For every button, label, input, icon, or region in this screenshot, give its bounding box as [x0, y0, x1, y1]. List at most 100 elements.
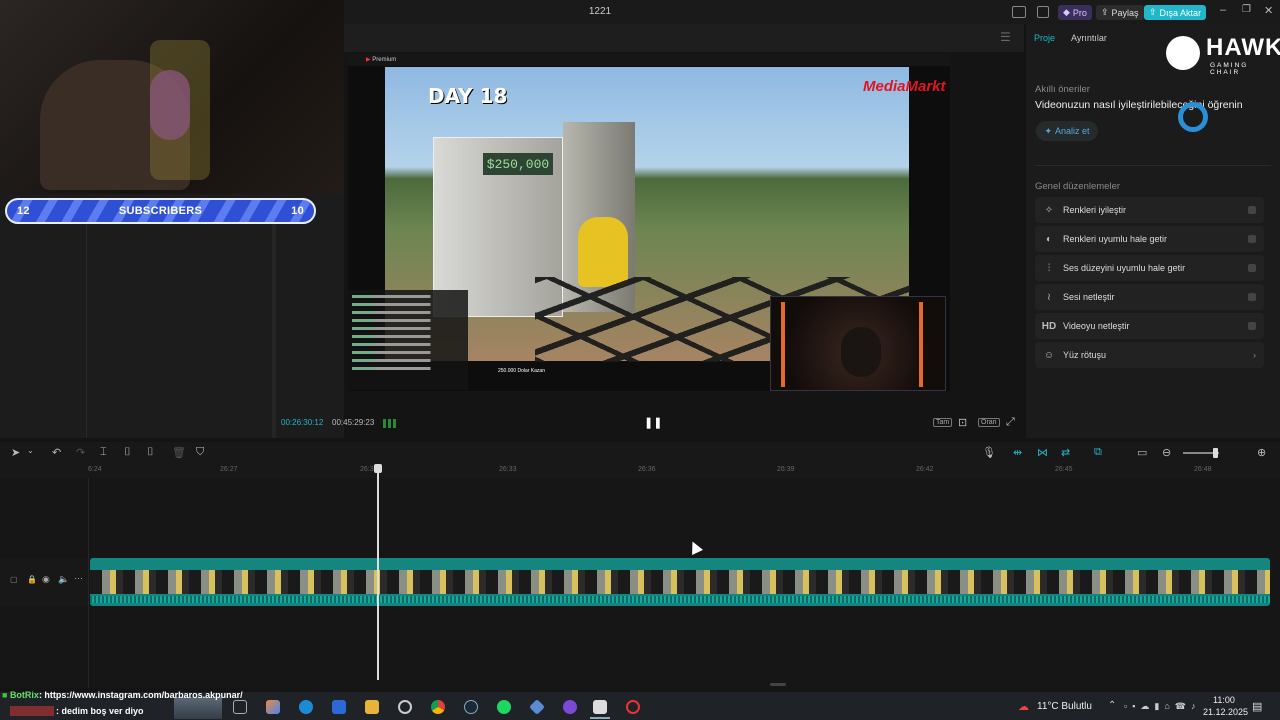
trim-right-icon[interactable]: ⌷ [147, 446, 154, 459]
clock-time[interactable]: 11:00 [1213, 695, 1235, 705]
pause-icon[interactable]: ❚❚ [644, 416, 662, 429]
light-strip [919, 302, 923, 387]
ruler-tick: 6:24 [88, 466, 102, 473]
xbox-icon[interactable] [398, 700, 412, 714]
folder-icon[interactable] [365, 700, 379, 714]
restore-icon[interactable]: ❐ [1242, 4, 1251, 15]
ruler-tick: 26:39 [777, 466, 795, 473]
undo-icon[interactable]: ↶ [52, 446, 61, 459]
smart-suggestions-title: Akıllı öneriler [1035, 84, 1090, 95]
spotify-icon[interactable] [497, 700, 511, 714]
toggle[interactable] [1248, 293, 1256, 301]
tray-icons[interactable]: ▫▪☁▮⌂☎♪ [1124, 701, 1200, 712]
weather-text[interactable]: 11°C Bulutlu [1037, 701, 1092, 712]
delete-icon[interactable]: 🗑 [172, 446, 186, 459]
minimize-icon[interactable]: – [1220, 4, 1226, 16]
subscriber-count: 12 [17, 205, 30, 217]
splitter[interactable] [272, 224, 276, 438]
menu-icon[interactable]: ☰ [1000, 30, 1011, 44]
active-indicator [590, 717, 610, 719]
chair-image [150, 40, 210, 180]
ratio-button[interactable]: Oran [978, 418, 1000, 427]
ruler-tick: 26:36 [638, 466, 656, 473]
playhead[interactable] [377, 464, 379, 680]
analyze-button[interactable]: ✦ Analiz et [1036, 121, 1098, 141]
hawk-logo: HAWK GAMING CHAIR [1166, 32, 1280, 76]
lock-icon[interactable]: 🔒 [27, 575, 37, 584]
video-caption: 250.000 Dolar Kazan [498, 368, 545, 374]
toggle[interactable] [1248, 206, 1256, 214]
hawk-emblem-icon [1166, 36, 1200, 70]
pro-badge[interactable]: ◆ Pro [1058, 5, 1092, 20]
playhead-handle[interactable] [374, 464, 382, 473]
share-button[interactable]: ⇪ Paylaş [1096, 5, 1144, 20]
toggle[interactable] [1248, 264, 1256, 272]
trim-left-icon[interactable]: ⌷ [124, 446, 131, 459]
export-button[interactable]: ⇧ Dışa Aktar [1144, 5, 1207, 20]
general-edits-title: Genel düzenlemeler [1035, 181, 1121, 192]
toggle[interactable] [1248, 235, 1256, 243]
tab-project[interactable]: Proje [1034, 33, 1055, 43]
snap-icon[interactable]: ⇄ [1061, 446, 1070, 459]
face-retouch-item[interactable]: ☺ Yüz rötuşu › [1035, 342, 1264, 368]
match-colors-item[interactable]: ◐ Renkleri uyumlu hale getir [1035, 226, 1264, 252]
pointer-icon[interactable]: ➤ [11, 446, 20, 459]
outlook-icon[interactable] [332, 700, 346, 714]
toggle[interactable] [1248, 322, 1256, 330]
capcut-icon[interactable] [593, 700, 607, 714]
preview-header: ☰ [344, 24, 1024, 52]
video-preview[interactable]: ▶ Premium $250,000 DAY 18 MediaMarkt 250… [348, 54, 950, 391]
sharpen-video-item[interactable]: HD Videoyu netleştir [1035, 313, 1264, 339]
zoom-slider-handle[interactable] [1213, 448, 1218, 458]
chrome-icon[interactable] [431, 700, 445, 714]
divider [88, 478, 89, 688]
tray-chevron-icon[interactable]: ⌃ [1108, 700, 1116, 711]
clip-thumbnails [90, 570, 1270, 594]
recorder-icon[interactable] [626, 700, 640, 714]
clock-date[interactable]: 21.12.2025 [1203, 707, 1248, 717]
chat-username-badge [10, 706, 54, 716]
chat-line: ■ BotRix: https://www.instagram.com/barb… [2, 690, 243, 700]
link-icon[interactable]: ⇹ [1013, 446, 1022, 459]
microphone-icon[interactable]: 🎙 [982, 446, 996, 459]
eye-icon[interactable]: ◉ [42, 574, 50, 585]
hd-icon: HD [1041, 320, 1057, 332]
subscriber-label: SUBSCRIBERS [118, 205, 203, 217]
preview-axis-icon[interactable]: ⧉ [1094, 446, 1102, 459]
steam-icon[interactable] [464, 700, 478, 714]
video-clip[interactable] [90, 558, 1270, 606]
magnet-icon[interactable]: ⋈ [1037, 446, 1048, 459]
track-select-icon[interactable]: ▢ [10, 575, 18, 584]
notification-icon[interactable]: ▤ [1252, 700, 1262, 713]
chevron-down-icon[interactable]: ⌄ [27, 446, 34, 455]
tab-details[interactable]: Ayrıntılar [1071, 33, 1107, 43]
panel-icon[interactable] [1037, 6, 1049, 18]
zoom-out-icon[interactable]: ⊖ [1162, 446, 1171, 459]
ruler-tick: 26:27 [220, 466, 238, 473]
speaker-icon[interactable]: 🔈 [58, 574, 69, 585]
export-icon: ⇧ [1149, 7, 1157, 17]
discord-icon[interactable] [563, 700, 577, 714]
scrollbar[interactable] [770, 683, 786, 686]
edge-icon[interactable] [299, 700, 313, 714]
clarify-audio-item[interactable]: ≀ Sesi netleştir [1035, 284, 1264, 310]
captions-icon[interactable]: ▭ [1137, 446, 1147, 459]
zoom-fit-icon[interactable]: ⊡ [958, 416, 967, 429]
more-icon[interactable]: ⋯ [74, 573, 83, 584]
webcam-overlay [0, 0, 344, 194]
enhance-colors-item[interactable]: ✧ Renkleri iyileştir [1035, 197, 1264, 223]
close-icon[interactable]: ✕ [1264, 4, 1273, 17]
shield-icon[interactable]: ⛉ [196, 446, 204, 459]
layout-icon[interactable] [1012, 6, 1026, 18]
split-icon[interactable]: ⌶ [100, 446, 107, 459]
normalize-audio-item[interactable]: ⫶ Ses düzeyini uyumlu hale getir [1035, 255, 1264, 281]
zoom-in-icon[interactable]: ⊕ [1257, 446, 1266, 459]
redo-icon[interactable]: ↷ [76, 446, 85, 459]
full-quality-button[interactable]: Tam [933, 418, 953, 427]
properties-panel: Proje Ayrıntılar HAWK GAMING CHAIR Akıll… [1026, 24, 1280, 438]
audio-waveform [90, 596, 1270, 603]
brand-logo: MediaMarkt [863, 78, 946, 95]
total-time: 00:45:29:23 [332, 418, 375, 427]
fullscreen-icon[interactable]: ⤢ [1006, 416, 1015, 429]
streamer-person [841, 327, 881, 377]
